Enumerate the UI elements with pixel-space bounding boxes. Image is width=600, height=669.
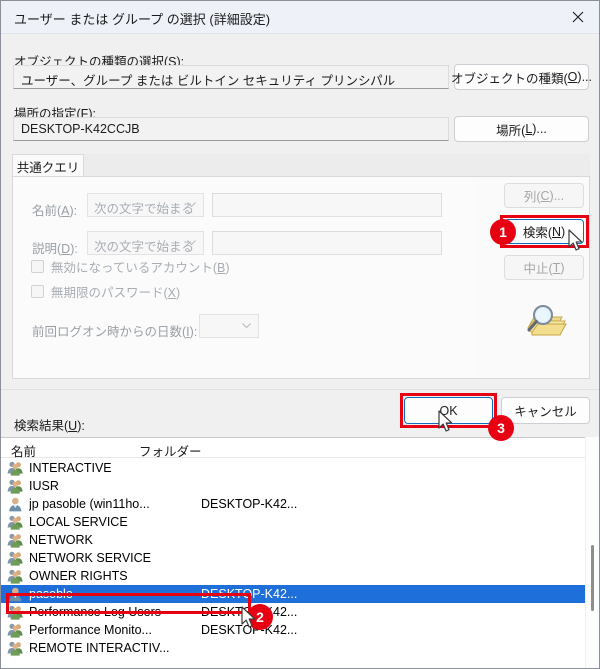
table-row[interactable]: Performance Log UsersDESKTOP-K42...	[1, 603, 599, 621]
columns-button[interactable]: 列(C)...	[504, 183, 584, 208]
user-icon	[7, 496, 24, 512]
row-name: LOCAL SERVICE	[29, 515, 128, 529]
row-name: jp pasoble (win11ho...	[29, 497, 150, 511]
table-row[interactable]: IUSR	[1, 477, 599, 495]
table-row[interactable]: jp pasoble (win11ho... DESKTOP-K42...	[1, 495, 599, 513]
section-divider	[1, 389, 599, 390]
table-row[interactable]: INTERACTIVE	[1, 459, 599, 477]
location-button[interactable]: 場所(L)...	[454, 116, 589, 142]
row-name: Performance Monito...	[29, 623, 152, 637]
search-button[interactable]: 検索(N)	[504, 219, 584, 244]
results-list-header: 名前 フォルダー	[1, 438, 599, 460]
table-row[interactable]: Performance Monito... DESKTOP-K42...	[1, 621, 599, 639]
query-desc-label: 説明(D):	[32, 238, 78, 257]
group-icon	[7, 568, 24, 584]
disabled-accounts-label: 無効になっているアカウント(B)	[51, 261, 230, 275]
results-scrollbar[interactable]	[585, 437, 599, 668]
group-icon	[7, 532, 24, 548]
row-name: pasoble	[29, 587, 73, 601]
row-name: IUSR	[29, 479, 59, 493]
object-type-value[interactable]: ユーザー、グループ または ビルトイン セキュリティ プリンシパル	[13, 65, 449, 89]
magnifier-folder-icon	[522, 301, 568, 343]
annotation-badge-1: 1	[490, 219, 516, 245]
query-desc-label-text: 説明(D):	[32, 242, 78, 256]
row-name: INTERACTIVE	[29, 461, 112, 475]
chevron-down-icon	[187, 202, 196, 208]
group-icon	[7, 478, 24, 494]
query-desc-input[interactable]	[212, 231, 442, 255]
column-header-name[interactable]: 名前	[11, 441, 36, 460]
row-name: NETWORK SERVICE	[29, 551, 152, 565]
row-folder: DESKTOP-K42...	[201, 497, 298, 511]
row-name: Performance Log Users	[29, 605, 162, 619]
group-icon	[7, 514, 24, 530]
chevron-down-icon	[242, 323, 251, 329]
row-name: OWNER RIGHTS	[29, 569, 128, 583]
stop-button[interactable]: 中止(T)	[504, 255, 584, 280]
table-row[interactable]: NETWORK SERVICE	[1, 549, 599, 567]
query-name-input[interactable]	[212, 193, 442, 217]
disabled-accounts-checkbox[interactable]: 無効になっているアカウント(B)	[31, 257, 230, 276]
table-row[interactable]: pasoble DESKTOP-K42...	[1, 585, 599, 603]
results-list[interactable]: 名前 フォルダー INTERACTIVE IUSR jp pasoble (win1…	[1, 437, 599, 668]
close-icon	[572, 11, 584, 23]
days-since-logon-combo[interactable]	[199, 314, 259, 338]
tab-common-query[interactable]: 共通クエリ	[12, 154, 84, 177]
annotation-badge-2: 2	[247, 604, 273, 630]
group-icon	[7, 640, 24, 656]
group-icon	[7, 550, 24, 566]
location-value[interactable]: DESKTOP-K42CCJB	[13, 117, 449, 141]
ok-button[interactable]: OK	[404, 397, 493, 424]
select-user-or-group-dialog: ユーザー または グループ の選択 (詳細設定) オブジェクトの種類の選択(S)…	[0, 0, 600, 669]
tab-strip	[12, 154, 590, 176]
scrollbar-thumb[interactable]	[591, 545, 594, 611]
row-folder: DESKTOP-K42...	[201, 587, 298, 601]
close-button[interactable]	[555, 1, 599, 33]
table-row[interactable]: LOCAL SERVICE	[1, 513, 599, 531]
cancel-button[interactable]: キャンセル	[501, 397, 590, 424]
nonexpiring-password-label: 無期限のパスワード(X)	[51, 286, 181, 300]
table-row[interactable]: REMOTE INTERACTIV...	[1, 639, 599, 657]
group-icon	[7, 622, 24, 638]
table-row[interactable]: OWNER RIGHTS	[1, 567, 599, 585]
query-desc-condition[interactable]: 次の文字で始まる	[87, 231, 204, 255]
row-name: NETWORK	[29, 533, 93, 547]
user-icon	[7, 586, 24, 602]
title-bar: ユーザー または グループ の選択 (詳細設定)	[1, 1, 599, 34]
table-row[interactable]: NETWORK	[1, 531, 599, 549]
column-header-folder[interactable]: フォルダー	[139, 441, 202, 460]
nonexpiring-password-checkbox[interactable]: 無期限のパスワード(X)	[31, 282, 180, 301]
results-label: 検索結果(U):	[14, 415, 85, 434]
row-name: REMOTE INTERACTIV...	[29, 641, 170, 655]
checkbox-box	[31, 285, 44, 298]
days-since-logon-label: 前回ログオン時からの日数(I):	[32, 321, 197, 340]
results-rows: INTERACTIVE IUSR jp pasoble (win11ho... DES…	[1, 459, 599, 657]
query-name-label: 名前(A):	[32, 200, 77, 219]
group-icon	[7, 460, 24, 476]
checkbox-box	[31, 260, 44, 273]
window-title: ユーザー または グループ の選択 (詳細設定)	[14, 12, 271, 27]
results-label-text: 検索結果(U):	[14, 419, 85, 433]
group-icon	[7, 604, 24, 620]
object-type-button[interactable]: オブジェクトの種類(O)...	[451, 64, 592, 90]
query-name-label-text: 名前(A):	[32, 204, 78, 218]
chevron-down-icon	[187, 240, 196, 246]
query-desc-condition-text: 次の文字で始まる	[94, 240, 195, 254]
query-name-condition[interactable]: 次の文字で始まる	[87, 193, 204, 217]
days-since-logon-label-text: 前回ログオン時からの日数(I):	[32, 325, 198, 339]
annotation-badge-3: 3	[488, 415, 514, 441]
query-name-condition-text: 次の文字で始まる	[94, 202, 195, 216]
